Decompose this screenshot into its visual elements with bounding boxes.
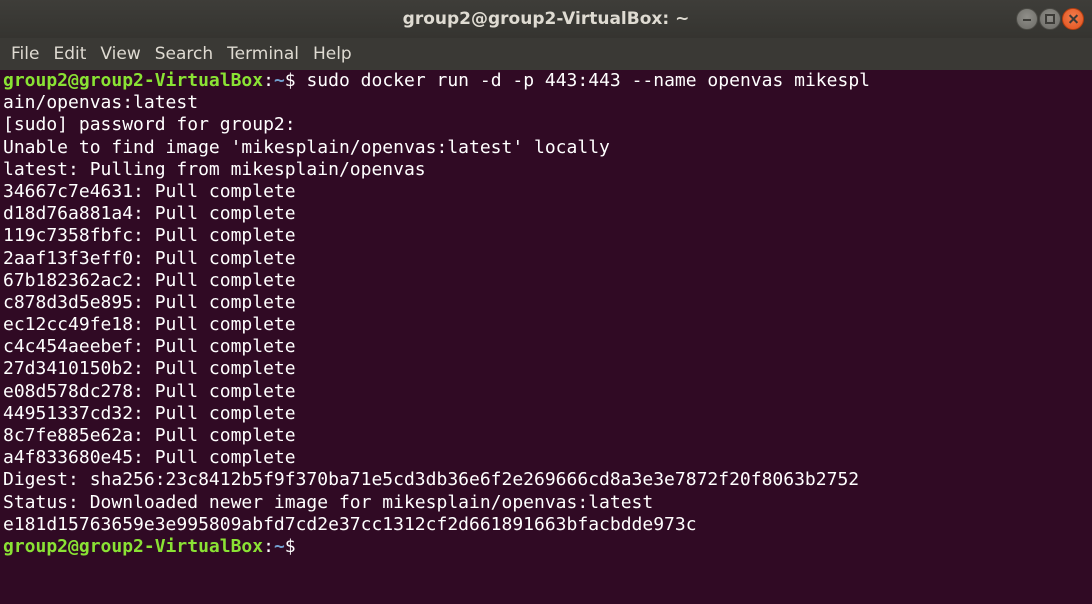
prompt-colon: : — [263, 70, 274, 91]
menu-terminal[interactable]: Terminal — [220, 38, 306, 70]
output-line: Status: Downloaded newer image for mikes… — [3, 491, 654, 513]
output-line: 44951337cd32: Pull complete — [3, 402, 296, 424]
window-controls — [1015, 7, 1084, 31]
output-line: Digest: sha256:23c8412b5f9f370ba71e5cd3d… — [3, 469, 860, 491]
prompt-symbol: $ — [284, 535, 307, 557]
command-line: group2@group2-VirtualBox:~$ sudo docker … — [3, 70, 1092, 92]
output-line: Unable to find image 'mikesplain/openvas… — [3, 136, 610, 158]
output-line: [sudo] password for group2: — [3, 114, 296, 136]
output-line: latest: Pulling from mikesplain/openvas — [3, 158, 426, 180]
menu-search[interactable]: Search — [148, 38, 220, 70]
prompt-symbol: $ — [284, 70, 307, 91]
output-line: 34667c7e4631: Pull complete — [3, 180, 296, 202]
output-line: a4f833680e45: Pull complete — [3, 447, 296, 469]
menu-help[interactable]: Help — [306, 38, 359, 70]
output-line: ec12cc49fe18: Pull complete — [3, 314, 296, 336]
title-bar[interactable]: group2@group2-VirtualBox: ~ — [0, 0, 1092, 38]
maximize-icon[interactable] — [1039, 8, 1061, 30]
window-title: group2@group2-VirtualBox: ~ — [402, 9, 690, 29]
menu-view[interactable]: View — [93, 38, 147, 70]
output-line: 67b182362ac2: Pull complete — [3, 269, 296, 291]
terminal-output-area[interactable]: group2@group2-VirtualBox:~$ sudo docker … — [0, 70, 1092, 604]
output-line: e181d15763659e3e995809abfd7cd2e37cc1312c… — [3, 513, 697, 535]
output-line: 2aaf13f3eff0: Pull complete — [3, 247, 296, 269]
final-prompt-line: group2@group2-VirtualBox:~$ — [3, 536, 1092, 558]
output-line: c4c454aeebef: Pull complete — [3, 336, 296, 358]
menu-file[interactable]: File — [4, 38, 46, 70]
menu-bar: File Edit View Search Terminal Help — [0, 38, 1092, 70]
command-text: sudo docker run -d -p 443:443 --name ope… — [306, 70, 870, 91]
prompt-user-host: group2@group2-VirtualBox — [3, 535, 264, 557]
command-wrap-line: ain/openvas:latest — [3, 92, 199, 114]
menu-edit[interactable]: Edit — [46, 38, 93, 70]
output-line: d18d76a881a4: Pull complete — [3, 203, 296, 225]
output-line: 8c7fe885e62a: Pull complete — [3, 425, 296, 446]
prompt-user-host: group2@group2-VirtualBox — [3, 70, 264, 91]
output-line: 27d3410150b2: Pull complete — [3, 358, 296, 380]
prompt-path: ~ — [273, 70, 285, 91]
output-line: e08d578dc278: Pull complete — [3, 380, 296, 402]
output-line: c878d3d5e895: Pull complete — [3, 291, 296, 313]
prompt-path: ~ — [273, 535, 285, 557]
minimize-icon[interactable] — [1016, 8, 1038, 30]
output-line: 119c7358fbfc: Pull complete — [3, 225, 296, 247]
terminal-window: group2@group2-VirtualBox: ~ File Edit Vi… — [0, 0, 1092, 604]
prompt-colon: : — [263, 535, 274, 557]
close-icon[interactable] — [1062, 8, 1084, 30]
